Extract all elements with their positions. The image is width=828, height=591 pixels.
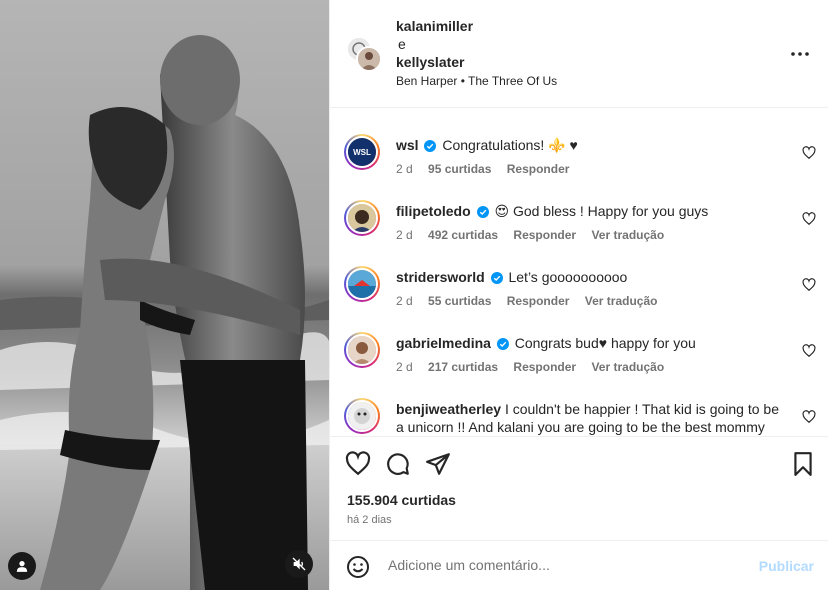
comment-avatar[interactable] (344, 332, 380, 368)
music-track[interactable]: Ben Harper • The Three Of Us (396, 74, 557, 88)
reply-button[interactable]: Responder (507, 294, 570, 308)
post-timestamp[interactable]: há 2 dias (347, 514, 392, 526)
author-secondary[interactable]: kellyslater (396, 54, 465, 70)
comment-time: 2 d (396, 228, 413, 242)
comment-item: filipetoledo 😍 God bless ! Happy for you… (330, 200, 828, 260)
publish-button[interactable]: Publicar (759, 558, 814, 574)
comment-likes[interactable]: 55 curtidas (428, 294, 491, 308)
post-photo[interactable] (0, 0, 329, 590)
likes-count[interactable]: 155.904 curtidas (347, 492, 456, 508)
verified-badge-icon (424, 140, 437, 152)
verified-badge-icon (490, 272, 503, 284)
comment-meta: 2 d 55 curtidas Responder Ver tradução (396, 294, 669, 308)
share-icon[interactable] (425, 451, 451, 477)
comment-time: 2 d (396, 162, 413, 176)
heart-icon[interactable] (345, 451, 371, 477)
mute-icon (292, 557, 306, 571)
comment-text: wsl Congratulations! ⚜️ ♥ (396, 136, 782, 154)
comment-icon[interactable] (385, 451, 411, 477)
beach-photo (0, 0, 329, 590)
translate-button[interactable]: Ver tradução (585, 294, 658, 308)
comment-meta: 2 d 217 curtidas Responder Ver tradução (396, 360, 676, 374)
comment-input[interactable] (386, 556, 750, 574)
instagram-post-viewer: kalanimiller e kellyslater Ben Harper • … (0, 0, 828, 590)
comment-meta: 2 d 95 curtidas Responder (396, 162, 581, 176)
post-header: kalanimiller e kellyslater Ben Harper • … (330, 0, 828, 108)
author-primary[interactable]: kalanimiller (396, 18, 473, 34)
comment-avatar[interactable] (344, 398, 380, 434)
comment-like-icon[interactable] (802, 278, 816, 292)
comment-body: Let’s goooooooooo (508, 269, 628, 285)
author-conjunction: e (398, 36, 406, 52)
comment-like-icon[interactable] (802, 410, 816, 424)
translate-button[interactable]: Ver tradução (591, 360, 664, 374)
comment-time: 2 d (396, 294, 413, 308)
post-side-panel: kalanimiller e kellyslater Ben Harper • … (329, 0, 828, 590)
comment-item: stridersworld Let’s goooooooooo 2 d 55 c… (330, 266, 828, 326)
verified-badge-icon (496, 338, 509, 350)
comment-item: benjiweatherley I couldn't be happier ! … (330, 398, 828, 435)
comment-item: WSL wsl Congratulations! ⚜️ ♥ 2 d 95 cur… (330, 134, 828, 194)
collab-avatars[interactable] (346, 36, 382, 72)
mute-button[interactable] (285, 550, 313, 578)
reply-button[interactable]: Responder (513, 360, 576, 374)
comment-likes[interactable]: 217 curtidas (428, 360, 498, 374)
comment-username[interactable]: stridersworld (396, 269, 485, 285)
comment-username[interactable]: filipetoledo (396, 203, 471, 219)
comment-avatar[interactable]: WSL (344, 134, 380, 170)
avatar-kellyslater[interactable] (356, 46, 382, 72)
comment-username[interactable]: wsl (396, 137, 419, 153)
comment-composer: Publicar (330, 540, 828, 591)
comment-avatar[interactable] (344, 200, 380, 236)
comment-text: gabrielmedina Congrats bud♥ happy for yo… (396, 334, 782, 352)
more-options-icon (791, 52, 809, 56)
comment-text: benjiweatherley I couldn't be happier ! … (396, 400, 782, 435)
comments-list: WSL wsl Congratulations! ⚜️ ♥ 2 d 95 cur… (330, 108, 828, 435)
comment-likes[interactable]: 95 curtidas (428, 162, 491, 176)
svg-text:WSL: WSL (353, 148, 371, 157)
comment-body: Congrats bud♥ happy for you (514, 335, 696, 351)
user-tag-icon (16, 561, 28, 572)
post-authors[interactable]: kalanimiller e kellyslater (396, 17, 473, 71)
comment-text: stridersworld Let’s goooooooooo (396, 268, 782, 286)
more-options-button[interactable] (790, 44, 810, 64)
comment-like-icon[interactable] (802, 146, 816, 160)
translate-button[interactable]: Ver tradução (591, 228, 664, 242)
emoji-icon[interactable] (346, 555, 370, 579)
bookmark-icon[interactable] (790, 451, 816, 477)
comment-body: Congratulations! ⚜️ ♥ (442, 137, 578, 153)
comment-item: gabrielmedina Congrats bud♥ happy for yo… (330, 332, 828, 392)
comment-username[interactable]: gabrielmedina (396, 335, 491, 351)
comment-like-icon[interactable] (802, 212, 816, 226)
comment-like-icon[interactable] (802, 344, 816, 358)
comment-likes[interactable]: 492 curtidas (428, 228, 498, 242)
comment-meta: 2 d 492 curtidas Responder Ver tradução (396, 228, 676, 242)
comment-avatar[interactable] (344, 266, 380, 302)
comment-text: filipetoledo 😍 God bless ! Happy for you… (396, 202, 782, 220)
comment-body: 😍 God bless ! Happy for you guys (494, 203, 709, 219)
reply-button[interactable]: Responder (507, 162, 570, 176)
reply-button[interactable]: Responder (513, 228, 576, 242)
comment-username[interactable]: benjiweatherley (396, 401, 501, 417)
post-actions: 155.904 curtidas há 2 dias (330, 436, 828, 540)
comment-time: 2 d (396, 360, 413, 374)
verified-badge-icon (476, 206, 489, 218)
user-tag-button[interactable] (8, 552, 36, 580)
